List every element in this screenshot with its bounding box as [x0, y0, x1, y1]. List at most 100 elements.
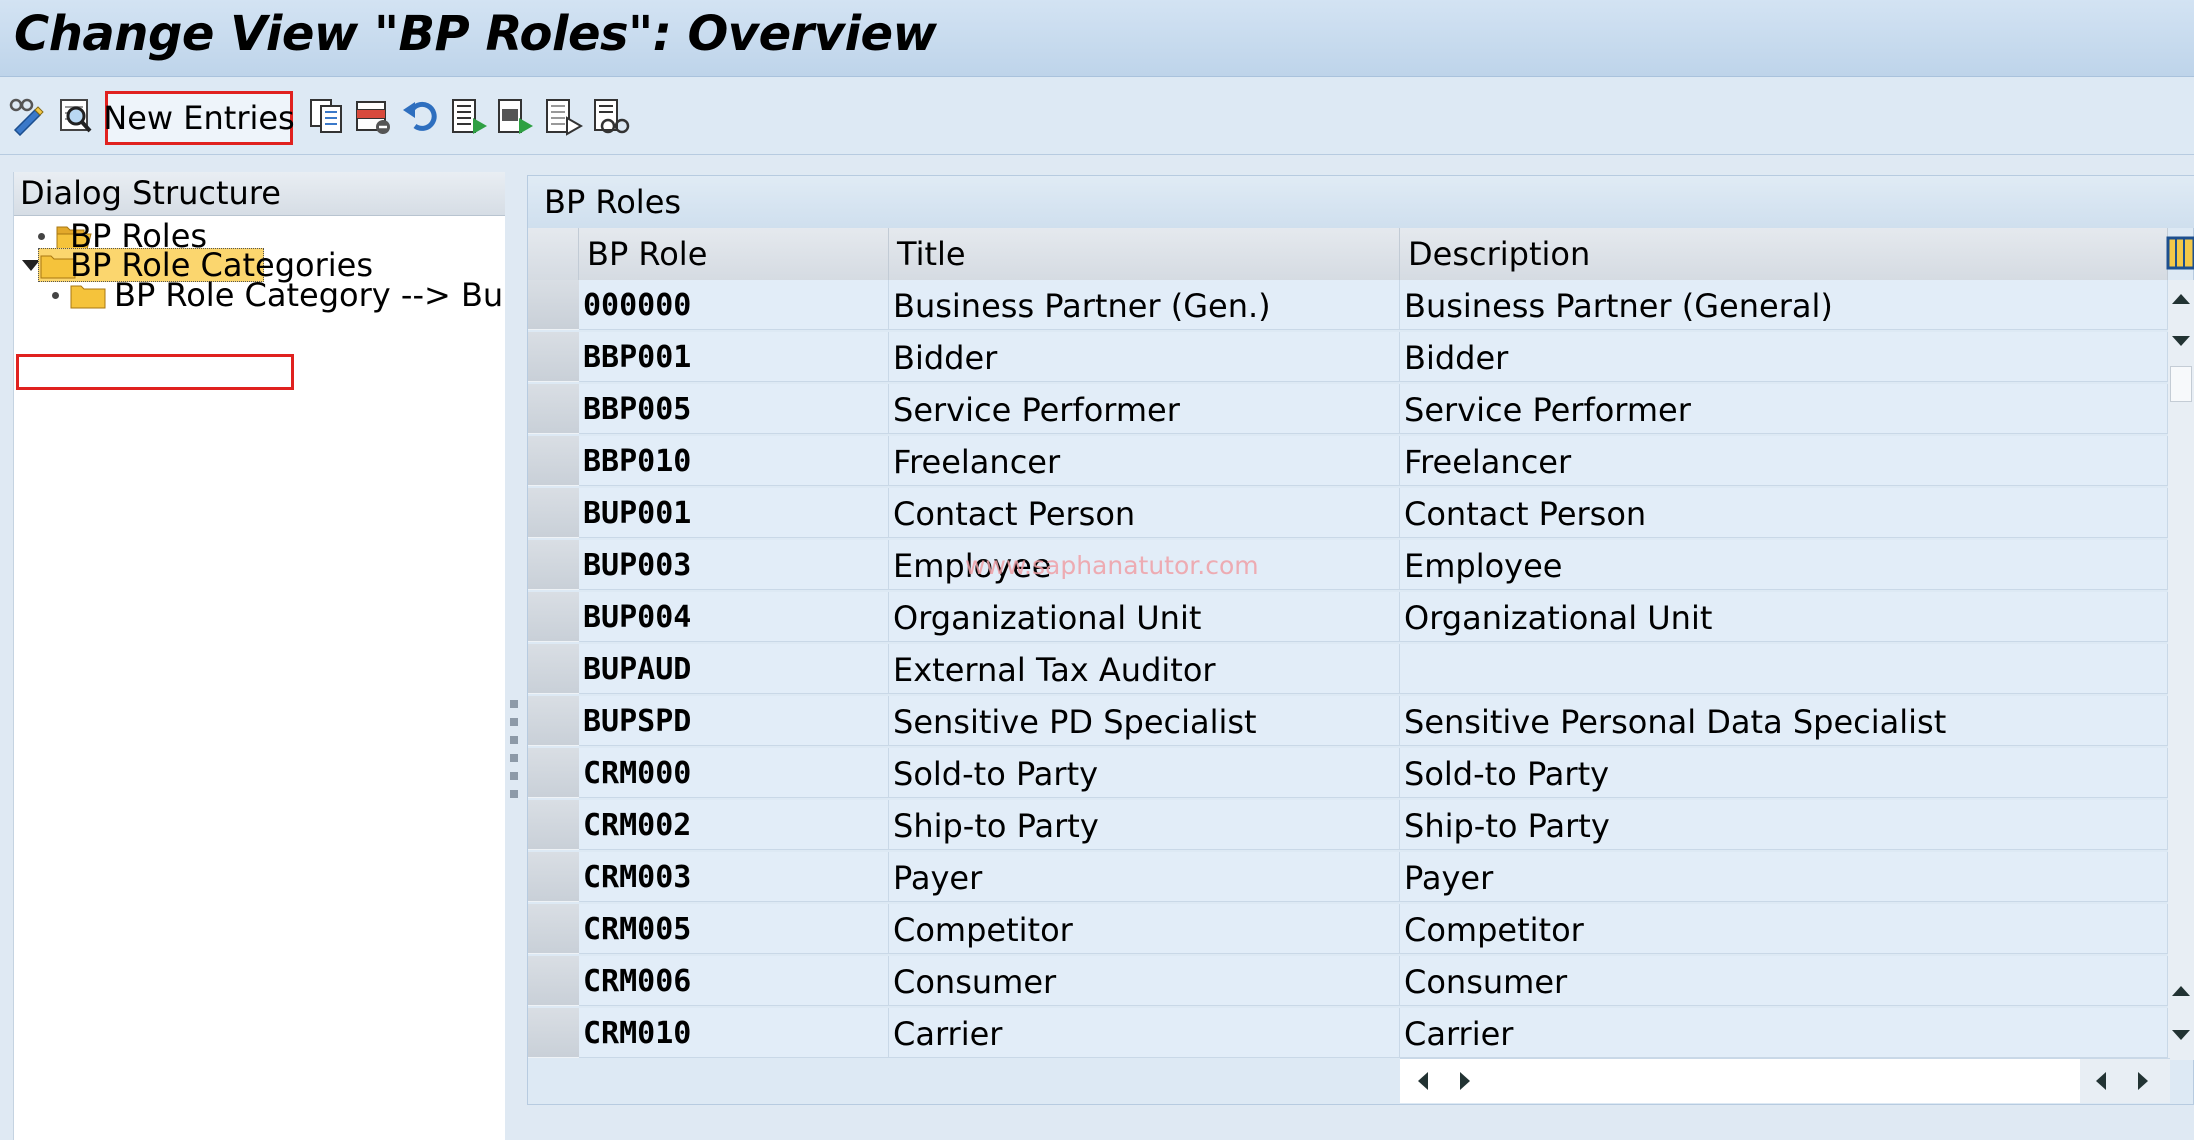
- cell-title[interactable]: Consumer: [889, 956, 1400, 1006]
- cell-description[interactable]: Employee: [1400, 540, 2168, 590]
- cell-title[interactable]: Freelancer: [889, 436, 1400, 486]
- table-row[interactable]: CRM003 Payer Payer: [528, 852, 2168, 903]
- row-selector[interactable]: [528, 540, 579, 590]
- row-selector[interactable]: [528, 748, 579, 798]
- table-row[interactable]: BBP010 Freelancer Freelancer: [528, 436, 2168, 487]
- table-row[interactable]: BUPSPD Sensitive PD Specialist Sensitive P…: [528, 696, 2168, 747]
- row-selector[interactable]: [528, 384, 579, 434]
- panel-splitter[interactable]: [505, 172, 525, 1140]
- cell-description[interactable]: Consumer: [1400, 956, 2168, 1006]
- cell-title[interactable]: Competitor: [889, 904, 1400, 954]
- row-selector[interactable]: [528, 488, 579, 538]
- cell-description[interactable]: Sensitive Personal Data Specialist: [1400, 696, 2168, 746]
- table-row[interactable]: CRM006 Consumer Consumer: [528, 956, 2168, 1007]
- cell-title[interactable]: Ship-to Party: [889, 800, 1400, 850]
- cell-bp-role[interactable]: 000000: [579, 280, 889, 330]
- table-row[interactable]: BBP005 Service Performer Service Performer: [528, 384, 2168, 435]
- row-selector[interactable]: [528, 592, 579, 642]
- cell-bp-role[interactable]: BUP001: [579, 488, 889, 538]
- scroll-up-icon[interactable]: [2172, 294, 2190, 304]
- scroll-left-icon[interactable]: [1418, 1072, 1428, 1090]
- vertical-scrollbar[interactable]: [2168, 280, 2194, 1060]
- cell-description[interactable]: Organizational Unit: [1400, 592, 2168, 642]
- display-change-icon[interactable]: [6, 95, 48, 137]
- cell-description[interactable]: Contact Person: [1400, 488, 2168, 538]
- table-row[interactable]: BBP001 Bidder Bidder: [528, 332, 2168, 383]
- row-selector[interactable]: [528, 852, 579, 902]
- scroll-page-down-icon[interactable]: [2172, 1030, 2190, 1040]
- horizontal-scrollbar-secondary[interactable]: [2080, 1058, 2170, 1103]
- cell-bp-role[interactable]: CRM003: [579, 852, 889, 902]
- table-row[interactable]: 000000 Business Partner (Gen.) Business Pa…: [528, 280, 2168, 331]
- cell-description[interactable]: Carrier: [1400, 1008, 2168, 1058]
- cell-description[interactable]: Service Performer: [1400, 384, 2168, 434]
- select-block-icon[interactable]: [494, 95, 536, 137]
- row-selector[interactable]: [528, 644, 579, 694]
- cell-title[interactable]: Carrier: [889, 1008, 1400, 1058]
- new-entries-button[interactable]: New Entries: [103, 91, 295, 145]
- cell-description[interactable]: Bidder: [1400, 332, 2168, 382]
- scroll-right-icon[interactable]: [2138, 1072, 2148, 1090]
- row-selector[interactable]: [528, 1008, 579, 1058]
- cell-title[interactable]: Organizational Unit: [889, 592, 1400, 642]
- scroll-right-icon[interactable]: [1460, 1072, 1470, 1090]
- column-header-bp-role[interactable]: BP Role: [579, 228, 889, 280]
- cell-bp-role[interactable]: CRM000: [579, 748, 889, 798]
- table-row[interactable]: BUP004 Organizational Unit Organizational …: [528, 592, 2168, 643]
- row-selector[interactable]: [528, 904, 579, 954]
- table-row[interactable]: BUPAUD External Tax Auditor: [528, 644, 2168, 695]
- copy-icon[interactable]: [306, 95, 348, 137]
- table-settings-icon[interactable]: [2166, 234, 2194, 272]
- cell-title[interactable]: Sold-to Party: [889, 748, 1400, 798]
- tree-item-bp-role-category-business[interactable]: BP Role Category --> Busin: [14, 275, 504, 315]
- cell-bp-role[interactable]: BBP010: [579, 436, 889, 486]
- cell-description[interactable]: Payer: [1400, 852, 2168, 902]
- cell-bp-role[interactable]: CRM005: [579, 904, 889, 954]
- horizontal-scrollbar[interactable]: [1400, 1058, 2080, 1103]
- cell-description[interactable]: Competitor: [1400, 904, 2168, 954]
- cell-description[interactable]: Business Partner (General): [1400, 280, 2168, 330]
- undo-icon[interactable]: [400, 95, 442, 137]
- cell-bp-role[interactable]: BBP005: [579, 384, 889, 434]
- scroll-left-icon[interactable]: [2096, 1072, 2106, 1090]
- table-row[interactable]: BUP003 Employee Employee: [528, 540, 2168, 591]
- deselect-all-icon[interactable]: [542, 95, 584, 137]
- table-row[interactable]: CRM000 Sold-to Party Sold-to Party: [528, 748, 2168, 799]
- cell-title[interactable]: Payer: [889, 852, 1400, 902]
- delete-icon[interactable]: [352, 95, 394, 137]
- cell-description[interactable]: Ship-to Party: [1400, 800, 2168, 850]
- cell-title[interactable]: Service Performer: [889, 384, 1400, 434]
- cell-bp-role[interactable]: CRM002: [579, 800, 889, 850]
- cell-title[interactable]: Contact Person: [889, 488, 1400, 538]
- scroll-track[interactable]: [1486, 1065, 2046, 1097]
- table-row[interactable]: CRM002 Ship-to Party Ship-to Party: [528, 800, 2168, 851]
- find-icon[interactable]: [54, 95, 96, 137]
- cell-title[interactable]: Sensitive PD Specialist: [889, 696, 1400, 746]
- column-header-description[interactable]: Description: [1400, 228, 2168, 280]
- scroll-thumb[interactable]: [2170, 366, 2192, 402]
- column-header-title[interactable]: Title: [889, 228, 1400, 280]
- scroll-page-up-icon[interactable]: [2172, 986, 2190, 996]
- cell-bp-role[interactable]: BBP001: [579, 332, 889, 382]
- cell-bp-role[interactable]: BUP003: [579, 540, 889, 590]
- cell-title[interactable]: Business Partner (Gen.): [889, 280, 1400, 330]
- row-selector[interactable]: [528, 800, 579, 850]
- row-selector[interactable]: [528, 436, 579, 486]
- cell-bp-role[interactable]: CRM010: [579, 1008, 889, 1058]
- cell-description[interactable]: Freelancer: [1400, 436, 2168, 486]
- row-selector[interactable]: [528, 280, 579, 330]
- cell-title[interactable]: Bidder: [889, 332, 1400, 382]
- row-selector[interactable]: [528, 332, 579, 382]
- select-all-icon[interactable]: [448, 95, 490, 137]
- cell-bp-role[interactable]: BUPSPD: [579, 696, 889, 746]
- row-selector[interactable]: [528, 956, 579, 1006]
- cell-bp-role[interactable]: BUP004: [579, 592, 889, 642]
- cell-title[interactable]: External Tax Auditor: [889, 644, 1400, 694]
- scroll-down-icon[interactable]: [2172, 336, 2190, 346]
- cell-description[interactable]: [1400, 644, 2168, 694]
- table-row[interactable]: CRM005 Competitor Competitor: [528, 904, 2168, 955]
- cell-description[interactable]: Sold-to Party: [1400, 748, 2168, 798]
- row-selector-header[interactable]: [528, 228, 579, 280]
- row-selector[interactable]: [528, 696, 579, 746]
- cell-bp-role[interactable]: BUPAUD: [579, 644, 889, 694]
